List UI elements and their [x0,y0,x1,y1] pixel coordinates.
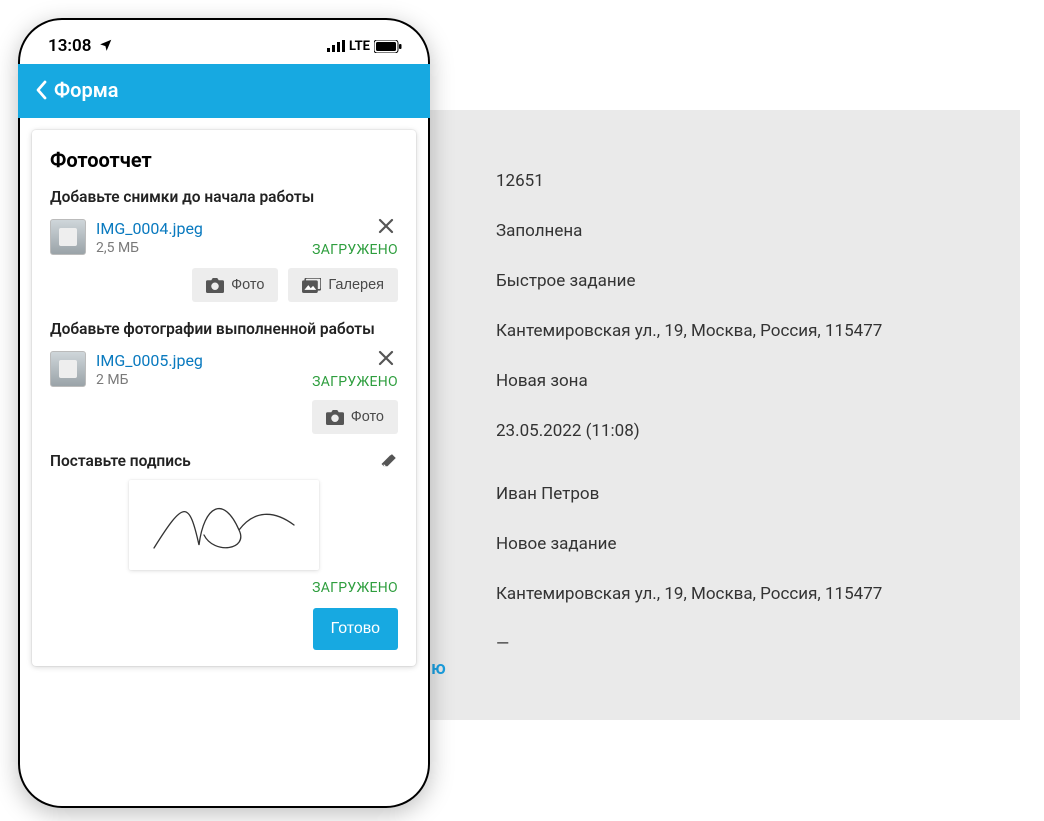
status-bar: 13:08 LTE [18,18,430,64]
close-icon [378,350,394,366]
task-date: 23.05.2022 (11:08) [496,420,990,442]
file-size: 2,5 МБ [96,240,302,256]
task-details-panel: 12651 Заполнена Быстрое задание Кантемир… [380,110,1020,720]
file-name[interactable]: IMG_0004.jpeg [96,219,302,238]
close-icon [378,218,394,234]
signature-drawing [144,490,304,560]
task-address: Кантемировская ул., 19, Москва, Россия, … [496,320,990,342]
file-row-2: IMG_0005.jpeg 2 МБ ЗАГРУЖЕНО [50,348,398,390]
done-button[interactable]: Готово [313,608,398,650]
task-dash: — [496,633,990,655]
file-thumbnail[interactable] [50,219,86,255]
upload-status: ЗАГРУЖЕНО [312,242,398,258]
file-size: 2 МБ [96,372,302,388]
section-after-label: Добавьте фотографии выполненной работы [50,320,398,338]
gallery-icon [302,278,321,293]
phone-mock: 13:08 LTE Форма Фотоотчет Добавьте снимк… [18,18,430,808]
gallery-button[interactable]: Галерея [288,268,398,302]
file-name[interactable]: IMG_0005.jpeg [96,351,302,370]
task-person: Иван Петров [496,483,990,505]
task-id: 12651 [496,170,990,192]
task-type: Быстрое задание [496,270,990,292]
signal-icon [327,40,345,52]
photo-button[interactable]: Фото [192,268,278,302]
task-address-2: Кантемировская ул., 19, Москва, Россия, … [496,583,990,605]
task-state: Заполнена [496,220,990,242]
chevron-left-icon[interactable] [34,80,48,100]
nav-bar: Форма [18,64,430,118]
task-name: Новое задание [496,533,990,555]
eraser-icon [380,452,398,470]
network-label: LTE [349,39,370,54]
camera-icon [206,278,224,293]
signature-canvas[interactable] [129,480,319,570]
location-icon [99,38,113,52]
file-thumbnail[interactable] [50,351,86,387]
signature-status: ЗАГРУЖЕНО [50,580,398,596]
photo-button[interactable]: Фото [312,400,398,434]
card-title: Фотоотчет [50,148,398,172]
file-row-1: IMG_0004.jpeg 2,5 МБ ЗАГРУЖЕНО [50,216,398,258]
erase-signature-button[interactable] [380,452,398,470]
status-indicators: LTE [327,39,402,54]
nav-back-label[interactable]: Форма [54,78,119,102]
remove-file-button[interactable] [374,216,398,236]
form-card: Фотоотчет Добавьте снимки до начала рабо… [32,130,416,666]
section-before-label: Добавьте снимки до начала работы [50,188,398,206]
upload-status: ЗАГРУЖЕНО [312,374,398,390]
signature-label: Поставьте подпись [50,452,191,470]
task-zone: Новая зона [496,370,990,392]
remove-file-button[interactable] [374,348,398,368]
status-time: 13:08 [48,36,113,56]
battery-icon [374,40,402,53]
camera-icon [326,410,344,425]
